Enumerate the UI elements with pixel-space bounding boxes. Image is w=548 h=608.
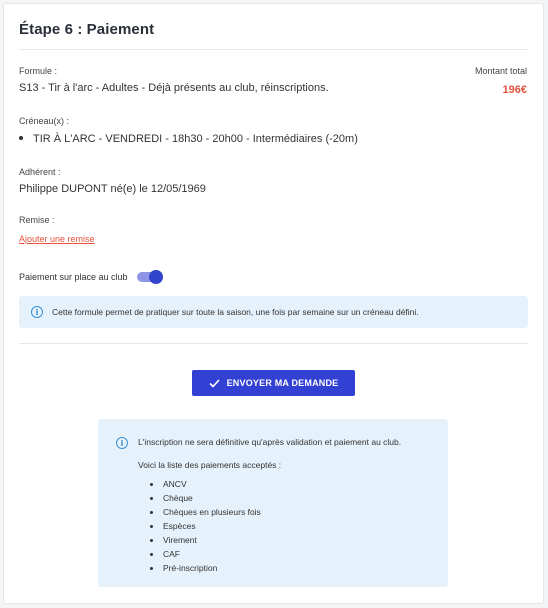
toggle-knob [148, 270, 163, 284]
payment-notice-box: i L'inscription ne sera définitive qu'ap… [98, 419, 448, 587]
creneau-list-item: TIR À L'ARC - VENDREDI - 18h30 - 20h00 -… [19, 133, 358, 145]
creneau-text: TIR À L'ARC - VENDREDI - 18h30 - 20h00 -… [33, 133, 358, 145]
payment-on-site-row: Paiement sur place au club [19, 270, 163, 284]
page-title: Étape 6 : Paiement [19, 21, 155, 38]
list-item: CAF [150, 547, 261, 561]
formula-info-text: Cette formule permet de pratiquer sur to… [52, 307, 419, 317]
payment-methods-list: ANCV Chèque Chèques en plusieurs fois Es… [150, 477, 261, 575]
list-item: Chèques en plusieurs fois [150, 505, 261, 519]
formula-info-banner: i Cette formule permet de pratiquer sur … [19, 296, 528, 328]
info-circle-icon: i [31, 306, 43, 318]
submit-label: ENVOYER MA DEMANDE [226, 378, 339, 388]
remise-label: Remise : [19, 215, 55, 225]
total-amount: 196€ [502, 84, 527, 96]
submit-request-button[interactable]: ENVOYER MA DEMANDE [192, 370, 355, 396]
info-circle-icon: i [116, 437, 128, 449]
list-item: Virement [150, 533, 261, 547]
check-icon [209, 378, 220, 388]
payment-on-site-toggle[interactable] [136, 270, 163, 284]
total-label: Montant total [474, 66, 527, 76]
section-divider [19, 343, 528, 344]
list-item: Espèces [150, 519, 261, 533]
add-discount-link[interactable]: Ajouter une remise [19, 234, 95, 244]
list-item: ANCV [150, 477, 261, 491]
formule-value: S13 - Tir à l'arc - Adultes - Déjà prése… [19, 82, 329, 94]
adherent-label: Adhérent : [19, 167, 61, 177]
list-item: Chèque [150, 491, 261, 505]
creneaux-label: Créneau(x) : [19, 116, 70, 126]
notice-text: L'inscription ne sera définitive qu'aprè… [138, 437, 402, 447]
header-divider [19, 49, 528, 50]
payment-on-site-label: Paiement sur place au club [19, 272, 128, 282]
payment-step-card: Étape 6 : Paiement Formule : S13 - Tir à… [3, 3, 544, 604]
bullet-icon [19, 136, 23, 141]
list-item: Pré-inscription [150, 561, 261, 575]
formule-label: Formule : [19, 66, 58, 76]
payment-methods-intro: Voici la liste des paiements acceptés : [138, 460, 282, 470]
adherent-value: Philippe DUPONT né(e) le 12/05/1969 [19, 183, 206, 195]
